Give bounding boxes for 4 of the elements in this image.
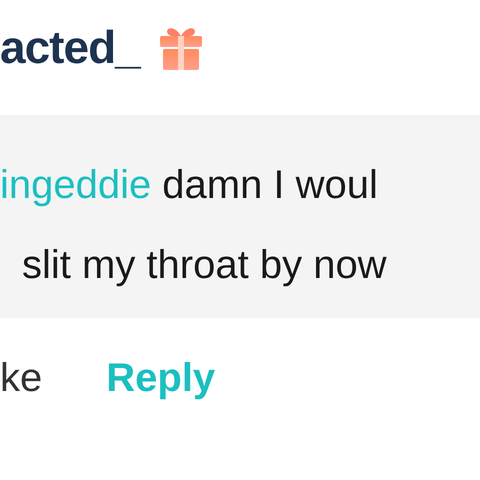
like-button[interactable]: ke [0,356,42,401]
comment-text: slit my throat by now [22,242,387,288]
author-name[interactable]: acted_ [0,20,140,74]
comment-text: damn I woul [162,162,378,208]
